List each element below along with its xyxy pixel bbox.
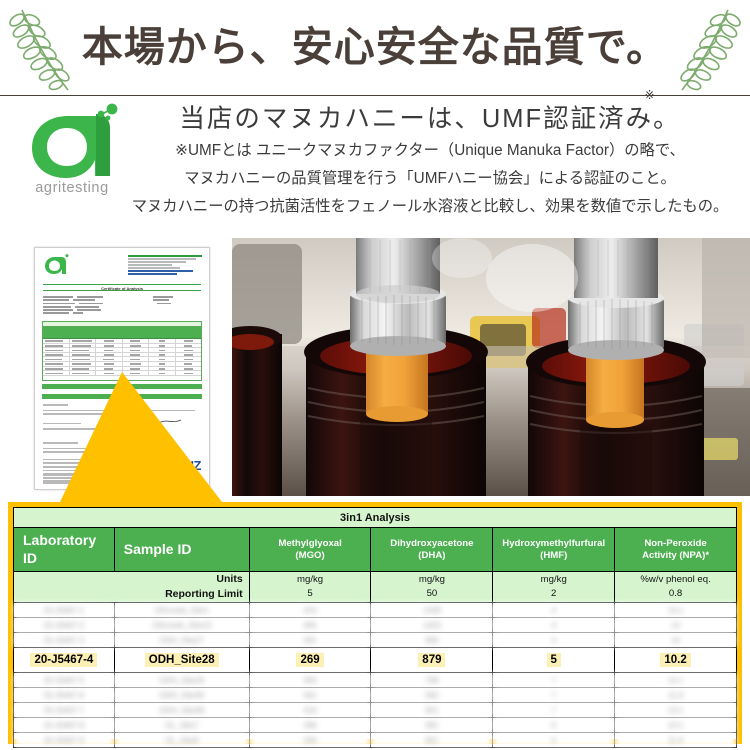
intro-headline: ※ 当店のマヌカハニーは、UMF認証済み。 — [179, 88, 681, 136]
column-header-laboratory-id: Laboratory ID — [13, 527, 115, 572]
ianz-globe-icon — [155, 457, 171, 473]
column-header-npa: Non-Peroxide Activity (NPA)* — [614, 527, 737, 572]
column-header-sample-id: Sample ID — [113, 527, 250, 572]
table-row-highlighted: 20-J5467-4 ODH_Site28 269 879 5 10.2 — [13, 647, 737, 674]
column-header-mgo-line2: (MGO) — [295, 549, 325, 561]
table-row-obscured: 20-J5467-8 OL_Site7 266 581 6 10.1 — [13, 717, 737, 734]
certificate-lab-address — [128, 255, 202, 276]
agritesting-logo: agritesting — [14, 102, 130, 206]
certificate-area: Certificate of Analysis IANZ — [0, 238, 232, 496]
table-row-obscured: 20-J5467-2 ODcreek_Site13 405 1423 4 13 — [13, 617, 737, 634]
column-header-dha-line2: (DHA) — [418, 549, 446, 561]
column-header-npa-line2: Activity (NPA)* — [642, 549, 710, 561]
page-title: 本場から、安心安全な品質で。 — [81, 24, 669, 70]
units-and-limit-labels: Units Reporting Limit — [13, 570, 250, 604]
unit-mgo: mg/kg — [297, 574, 324, 586]
ianz-wordmark: IANZ — [172, 457, 202, 473]
ianz-accreditation-logo: IANZ — [155, 457, 202, 473]
limit-npa: 0.8 — [668, 588, 683, 600]
limit-dha: 50 — [426, 588, 438, 600]
intro-note-line-1: ※UMFとは ユニークマヌカファクター（Unique Manuka Factor… — [175, 142, 685, 160]
units-label: Units — [216, 573, 243, 585]
column-header-dha: Dihydroxyacetone (DHA) — [370, 527, 494, 572]
table-units-row: Units Reporting Limit mg/kg 5 mg/kg 50 m… — [13, 570, 737, 604]
table-row-obscured: 20-J5467-3 ODH_Site27 261 866 4 10 — [13, 632, 737, 649]
certificate-of-analysis-document: Certificate of Analysis IANZ — [34, 247, 210, 490]
unit-npa: %w/v phenol eq. — [640, 574, 711, 586]
table-caption-row: 3in1 Analysis — [13, 507, 737, 528]
cell-sample-id: ODH_Site28 — [113, 647, 250, 674]
table-row-obscured: 20-J5467-5 ODH_Site29 400 798 7 14.1 — [13, 672, 737, 689]
limit-hmf: 2 — [551, 588, 557, 600]
cell-mgo: 269 — [248, 647, 372, 674]
cell-dha: 879 — [370, 647, 494, 674]
table-header-row: Laboratory ID Sample ID Methylglyoxal (M… — [13, 527, 737, 572]
media-band: Certificate of Analysis IANZ — [0, 238, 750, 613]
column-header-mgo: Methylglyoxal (MGO) — [248, 527, 372, 572]
agritesting-logo-text: agritesting — [35, 180, 109, 196]
certificate-logo-icon — [45, 254, 69, 274]
honey-filling-photo — [232, 238, 750, 496]
column-header-hmf: Hydroxymethylfurfural (HMF) — [492, 527, 616, 572]
certificate-section-bar-1 — [42, 384, 202, 389]
table-caption: 3in1 Analysis — [13, 507, 737, 528]
column-header-npa-line1: Non-Peroxide — [644, 537, 707, 549]
intro-note-line-3: マヌカハニーの持つ抗菌活性をフェノール水溶液と比較し、効果を数値で示したもの。 — [131, 197, 729, 215]
reporting-limit-label: Reporting Limit — [165, 588, 243, 601]
intro-section: agritesting ※ 当店のマヌカハニーは、UMF認証済み。 ※UMFとは… — [0, 88, 750, 238]
certificate-signature — [128, 419, 182, 426]
certificate-footer — [43, 474, 201, 485]
limit-mgo: 5 — [307, 588, 313, 600]
certificate-meta — [43, 296, 203, 316]
column-header-dha-line1: Dihydroxyacetone — [390, 537, 474, 549]
intro-headline-text: 当店のマヌカハニーは、UMF認証済み。 — [179, 105, 681, 133]
cell-hmf: 5 — [492, 647, 616, 674]
cell-npa: 10.2 — [614, 647, 737, 674]
analysis-table: 3in1 Analysis Laboratory ID Sample ID Me… — [8, 502, 742, 749]
table-row-obscured: 20-J5467-6 ODH_Site30 301 592 7 11.9 — [13, 687, 737, 704]
units-cell-dha: mg/kg 50 — [370, 570, 494, 604]
certificate-section-bar-2 — [42, 394, 202, 399]
unit-hmf: mg/kg — [540, 574, 567, 586]
agritesting-mark-icon — [32, 103, 118, 178]
laurel-branch-right-icon — [680, 9, 741, 91]
column-header-mgo-line1: Methylglyoxal — [278, 537, 342, 549]
laurel-branch-left-icon — [9, 9, 70, 91]
certificate-data-table — [42, 321, 202, 381]
table-row-obscured: 20-J5467-9 OL_Site8 344 601 6 11.8 — [13, 732, 737, 749]
table-row-obscured: 20-J5467-1 ODcreek_Site1 410 1428 4 13.1 — [13, 602, 737, 619]
units-cell-mgo: mg/kg 5 — [248, 570, 372, 604]
column-header-hmf-line2: (HMF) — [540, 549, 568, 561]
certificate-title: Certificate of Analysis — [43, 284, 201, 291]
units-cell-npa: %w/v phenol eq. 0.8 — [614, 570, 737, 604]
unit-dha: mg/kg — [418, 574, 445, 586]
page-header: 本場から、安心安全な品質で。 — [0, 0, 750, 96]
intro-headline-mark: ※ — [644, 88, 655, 102]
cell-laboratory-id: 20-J5467-4 — [13, 647, 115, 674]
honey-filling-photo-illustration — [232, 238, 750, 496]
column-header-hmf-line1: Hydroxymethylfurfural — [502, 537, 606, 549]
units-cell-hmf: mg/kg 2 — [492, 570, 616, 604]
table-row-obscured: 20-J5467-7 ODH_Site48 416 921 7 13.1 — [13, 702, 737, 719]
intro-note-line-2: マヌカハニーの品質管理を行う「UMFハニー協会」による認証のこと。 — [184, 170, 676, 188]
